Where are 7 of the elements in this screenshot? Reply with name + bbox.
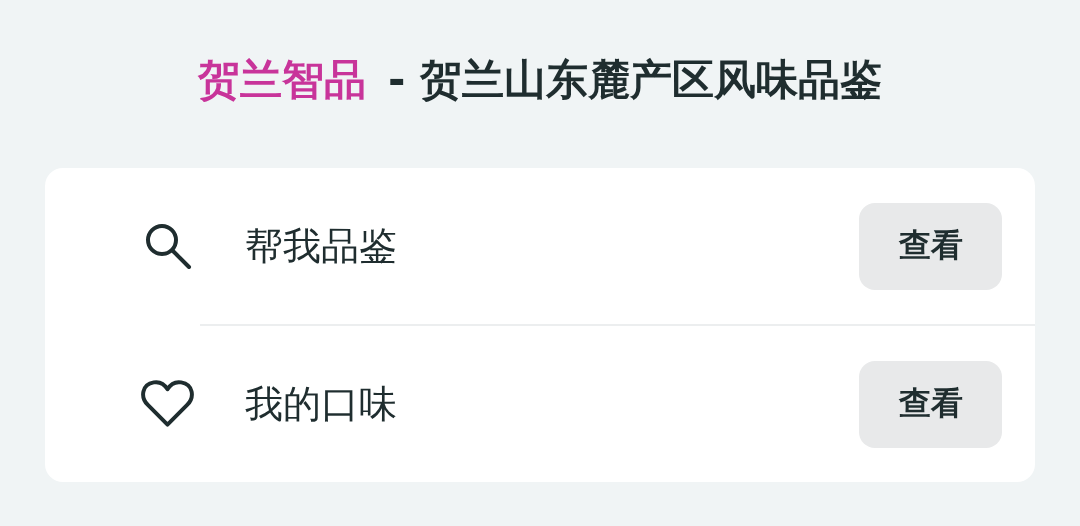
view-button[interactable]: 查看 [859,360,1002,448]
brand-name: 贺兰智品 [197,54,366,106]
menu-item-label[interactable]: 我的口味 [245,378,859,430]
heart-icon [140,379,195,429]
page-title: - 贺兰山东麓产区风味品鉴 [387,54,883,106]
menu-item-label[interactable]: 帮我品鉴 [245,220,859,272]
view-button[interactable]: 查看 [859,202,1002,290]
